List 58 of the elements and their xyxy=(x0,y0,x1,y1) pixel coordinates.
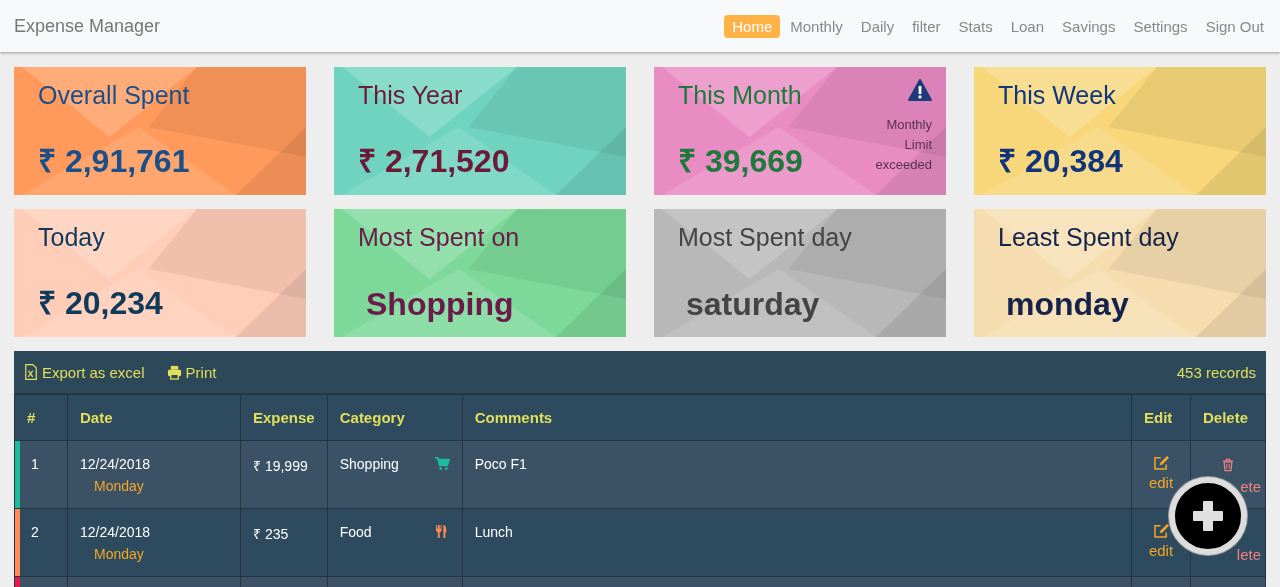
card-value: Shopping xyxy=(365,286,514,322)
nav-link[interactable]: Stats xyxy=(950,14,1001,38)
nav-link[interactable]: filter xyxy=(904,14,949,38)
nav-link[interactable]: Settings xyxy=(1125,14,1196,38)
nav-link[interactable]: Monthly xyxy=(782,14,851,38)
card-value: monday xyxy=(1005,286,1129,322)
column-header: Category xyxy=(327,394,463,441)
printer-icon xyxy=(166,364,182,380)
card-title: This Week xyxy=(998,81,1116,109)
card-title: Today xyxy=(38,223,105,251)
category-text: Food xyxy=(339,524,372,540)
card-value: ₹ 20,234 xyxy=(38,285,163,321)
nav-link[interactable]: Home xyxy=(724,14,781,38)
date-text: 12/24/2018 xyxy=(80,456,152,472)
row-number: 1 xyxy=(31,456,39,472)
card-value: ₹ 39,669 xyxy=(678,143,803,179)
table-cell: Poco F1 xyxy=(462,440,1132,509)
export-link[interactable]: Export as excel xyxy=(24,363,145,381)
table-cell: ₹ 19,999 xyxy=(240,440,328,509)
column-header: Delete xyxy=(1190,394,1266,441)
edit-icon xyxy=(1153,456,1169,470)
nav-link[interactable]: Sign Out xyxy=(1197,14,1272,38)
row-number: 2 xyxy=(31,524,39,540)
edit-icon xyxy=(1153,524,1169,538)
date-text: 12/24/2018 xyxy=(80,524,152,540)
nav-link[interactable]: Loan xyxy=(1002,14,1053,38)
card-title: This Year xyxy=(358,81,463,109)
nav-link[interactable]: Savings xyxy=(1054,14,1124,38)
column-header: Comments xyxy=(462,394,1132,441)
category-text: Shopping xyxy=(339,456,399,472)
weekday-text: Monday xyxy=(93,478,145,494)
card-value: ₹ 20,384 xyxy=(998,143,1123,179)
app-title[interactable]: Expense Manager xyxy=(14,15,161,37)
card-title: Least Spent day xyxy=(998,223,1179,251)
table-cell: Lunch xyxy=(462,508,1132,577)
trash-icon[interactable] xyxy=(1222,458,1234,472)
card-value: saturday xyxy=(685,286,820,322)
column-header: Edit xyxy=(1131,394,1191,441)
warning-icon xyxy=(908,79,932,101)
card-title: Most Spent day xyxy=(678,223,852,251)
column-header: # xyxy=(14,394,68,441)
alert-text: Monthly Limit exceeded xyxy=(874,116,932,174)
table-cell: ₹ 235 xyxy=(240,508,328,577)
record-count: 453 records xyxy=(1176,363,1256,381)
card-title: Overall Spent xyxy=(38,81,190,109)
card-value: ₹ 2,71,520 xyxy=(358,143,510,179)
card-title: Most Spent on xyxy=(358,223,520,251)
delete-link[interactable]: lete xyxy=(1236,546,1261,563)
card-title: This Month xyxy=(678,81,802,109)
spreadsheet-icon xyxy=(24,363,38,381)
nav-link[interactable]: Daily xyxy=(852,14,903,38)
cart-icon xyxy=(434,457,450,471)
column-header: Date xyxy=(67,394,241,441)
column-header: Expense xyxy=(240,394,328,441)
delete-link[interactable]: ete xyxy=(1240,478,1261,495)
weekday-text: Monday xyxy=(93,546,145,562)
card-value: ₹ 2,91,761 xyxy=(38,143,190,179)
print-link[interactable]: Print xyxy=(166,363,217,381)
